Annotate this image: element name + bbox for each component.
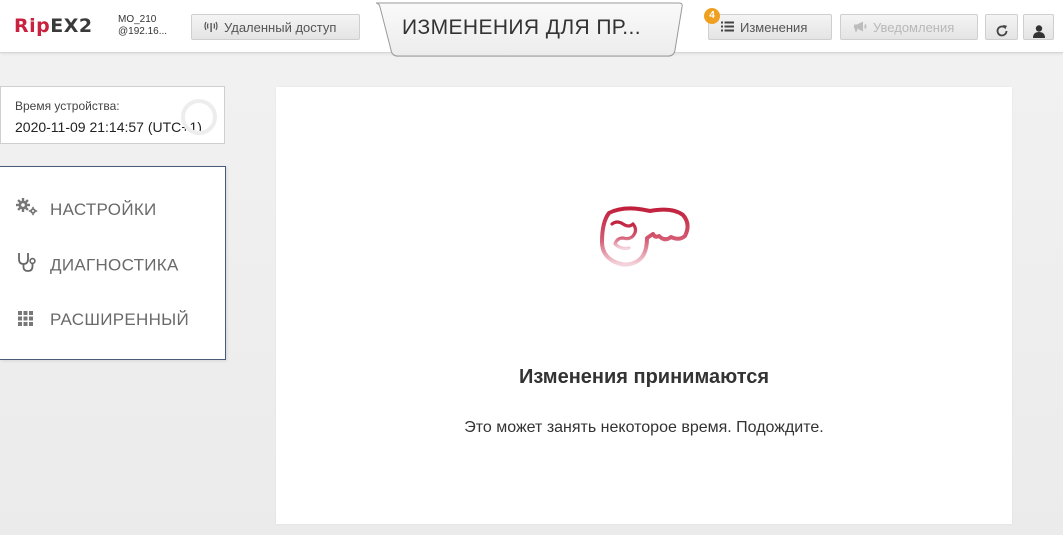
menu-item-settings[interactable]: НАСТРОЙКИ	[16, 197, 216, 223]
loading-ripex-icon	[595, 204, 695, 273]
main-content-panel: Изменения принимаются Это может занять н…	[276, 87, 1012, 524]
megaphone-icon	[853, 16, 867, 39]
antenna-icon	[204, 16, 218, 39]
user-icon	[1032, 21, 1045, 39]
notifications-label: Уведомления	[873, 20, 955, 35]
list-icon	[721, 16, 734, 39]
menu-item-settings-label: НАСТРОЙКИ	[50, 200, 157, 219]
grid-icon	[16, 308, 40, 334]
stethoscope-icon	[16, 252, 40, 280]
changes-button[interactable]: Изменения	[708, 14, 832, 40]
notifications-button[interactable]: Уведомления	[840, 14, 978, 40]
remote-access-label: Удаленный доступ	[224, 20, 337, 35]
clock-ring-icon	[181, 99, 217, 135]
changes-count-badge: 4	[704, 8, 720, 24]
device-info: MO_210 @192.16...	[118, 14, 180, 38]
remote-access-button[interactable]: Удаленный доступ	[191, 14, 360, 40]
page-title: ИЗМЕНЕНИЯ ДЛЯ ПР...	[402, 16, 641, 39]
menu-item-diagnostics-label: ДИАГНОСТИКА	[50, 255, 179, 275]
ripex-logo[interactable]: RipEX2	[14, 13, 93, 39]
main-menu: НАСТРОЙКИ ДИАГНОСТИКА РАСШИРЕННЫЙ	[0, 166, 226, 360]
device-address: @192.16...	[118, 26, 168, 37]
refresh-button[interactable]	[985, 14, 1018, 40]
device-time-label: Время устройства:	[15, 99, 120, 113]
gears-icon	[16, 197, 40, 224]
page-title-tab: ИЗМЕНЕНИЯ ДЛЯ ПР...	[376, 0, 690, 58]
status-title: Изменения принимаются	[518, 366, 770, 388]
device-name: MO_210	[118, 14, 157, 25]
status-subtitle: Это может занять некоторое время. Подожд…	[464, 419, 824, 436]
user-button[interactable]	[1023, 14, 1054, 40]
refresh-icon	[995, 21, 1009, 39]
menu-item-advanced-label: РАСШИРЕННЫЙ	[50, 310, 190, 329]
device-time-value: 2020-11-09 21:14:57 (UTC+1)	[15, 119, 202, 135]
menu-item-advanced[interactable]: РАСШИРЕННЫЙ	[16, 307, 216, 333]
menu-item-diagnostics[interactable]: ДИАГНОСТИКА	[16, 252, 216, 278]
device-time-panel: Время устройства: 2020-11-09 21:14:57 (U…	[0, 86, 225, 144]
changes-label: Изменения	[740, 20, 808, 35]
